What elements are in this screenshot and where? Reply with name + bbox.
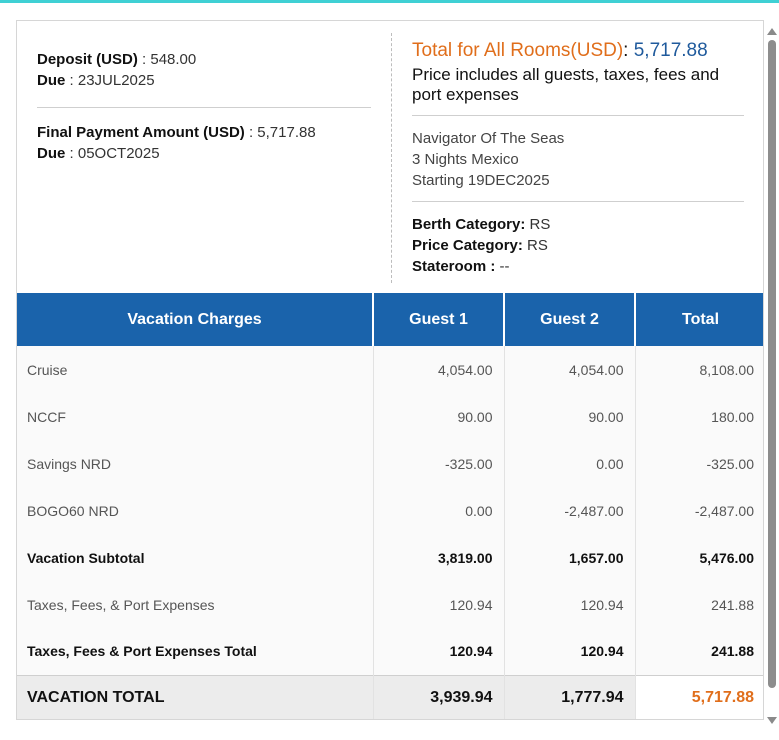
total-amount: 5,717.88 — [634, 674, 763, 719]
top-accent-line — [0, 0, 779, 3]
guest-1-amount: 3,819.00 — [372, 534, 504, 581]
scroll-down-arrow-icon[interactable] — [767, 717, 777, 724]
price-category: Price Category: RS — [412, 237, 548, 254]
total-summary: Total for All Rooms(USD): 5,717.88 Price… — [412, 39, 744, 277]
charge-label: Savings NRD — [17, 440, 373, 487]
total-amount: 180.00 — [634, 393, 763, 440]
payment-divider — [37, 107, 371, 108]
category-divider — [412, 201, 744, 202]
guest-1-amount: 4,054.00 — [372, 346, 504, 393]
final-payment-due: Due : 05OCT2025 — [37, 145, 160, 162]
charge-label: NCCF — [17, 393, 373, 440]
column-header-vacation-charges: Vacation Charges — [17, 293, 373, 346]
guest-1-amount: -325.00 — [372, 440, 504, 487]
table-row-vacation-subtotal: Vacation Subtotal 3,819.00 1,657.00 5,47… — [17, 534, 763, 581]
column-header-guest-2: Guest 2 — [503, 293, 635, 346]
payment-summary: Deposit (USD) : 548.00 Due : 23JUL2025 F… — [17, 21, 763, 293]
guest-2-amount: 90.00 — [503, 393, 635, 440]
vertical-scrollbar[interactable] — [766, 24, 778, 724]
payment-schedule: Deposit (USD) : 548.00 Due : 23JUL2025 F… — [37, 49, 371, 164]
guest-1-amount: 3,939.94 — [372, 674, 504, 719]
total-amount: 8,108.00 — [634, 346, 763, 393]
guest-2-amount: -2,487.00 — [503, 487, 635, 534]
charge-label: Taxes, Fees, & Port Expenses — [17, 581, 373, 628]
guest-1-amount: 120.94 — [372, 581, 504, 628]
guest-1-amount: 90.00 — [372, 393, 504, 440]
guest-2-amount: 120.94 — [503, 581, 635, 628]
table-row-vacation-total: VACATION TOTAL 3,939.94 1,777.94 5,717.8… — [17, 674, 763, 719]
guest-1-amount: 120.94 — [372, 628, 504, 675]
ship-name: Navigator Of The Seas — [412, 130, 565, 147]
guest-2-amount: 4,054.00 — [503, 346, 635, 393]
column-header-guest-1: Guest 1 — [372, 293, 504, 346]
table-row-nccf: NCCF 90.00 90.00 180.00 — [17, 393, 763, 440]
total-amount: 241.88 — [634, 628, 763, 675]
charge-label: BOGO60 NRD — [17, 487, 373, 534]
scroll-up-arrow-icon[interactable] — [767, 28, 777, 35]
table-row-bogo60-nrd: BOGO60 NRD 0.00 -2,487.00 -2,487.00 — [17, 487, 763, 534]
charge-label: Taxes, Fees & Port Expenses Total — [17, 628, 373, 675]
guest-1-amount: 0.00 — [372, 487, 504, 534]
sailing-start-date: Starting 19DEC2025 — [412, 172, 550, 189]
total-amount: -325.00 — [634, 440, 763, 487]
guest-2-amount: 1,777.94 — [503, 674, 635, 719]
guest-2-amount: 120.94 — [503, 628, 635, 675]
final-payment-amount: Final Payment Amount (USD) : 5,717.88 — [37, 124, 316, 141]
guest-2-amount: 1,657.00 — [503, 534, 635, 581]
table-row-taxes-fees: Taxes, Fees, & Port Expenses 120.94 120.… — [17, 581, 763, 628]
summary-divider — [412, 115, 744, 116]
deposit-due: Due : 23JUL2025 — [37, 72, 155, 89]
charge-label: VACATION TOTAL — [17, 674, 373, 719]
pricing-summary-panel: Deposit (USD) : 548.00 Due : 23JUL2025 F… — [16, 20, 764, 720]
itinerary-name: 3 Nights Mexico — [412, 151, 519, 168]
stateroom: Stateroom : -- — [412, 258, 510, 275]
charge-label: Vacation Subtotal — [17, 534, 373, 581]
total-amount: 5,476.00 — [634, 534, 763, 581]
total-for-all-rooms: Total for All Rooms(USD): 5,717.88 — [412, 40, 708, 61]
column-header-total: Total — [634, 293, 763, 346]
deposit-amount: Deposit (USD) : 548.00 — [37, 51, 197, 68]
guest-2-amount: 0.00 — [503, 440, 635, 487]
table-row-taxes-fees-total: Taxes, Fees & Port Expenses Total 120.94… — [17, 628, 763, 675]
scrollbar-track[interactable] — [768, 40, 776, 708]
column-divider — [391, 33, 392, 283]
scrollbar-thumb[interactable] — [768, 40, 776, 688]
total-amount: 241.88 — [634, 581, 763, 628]
price-includes-note: Price includes all guests, taxes, fees a… — [412, 65, 720, 104]
table-row-savings-nrd: Savings NRD -325.00 0.00 -325.00 — [17, 440, 763, 487]
total-amount: -2,487.00 — [634, 487, 763, 534]
table-header-row: Vacation Charges Guest 1 Guest 2 Total — [17, 293, 763, 346]
berth-category: Berth Category: RS — [412, 216, 551, 233]
charge-label: Cruise — [17, 346, 373, 393]
vacation-charges-table: Vacation Charges Guest 1 Guest 2 Total C… — [17, 293, 763, 719]
table-row-cruise: Cruise 4,054.00 4,054.00 8,108.00 — [17, 346, 763, 393]
